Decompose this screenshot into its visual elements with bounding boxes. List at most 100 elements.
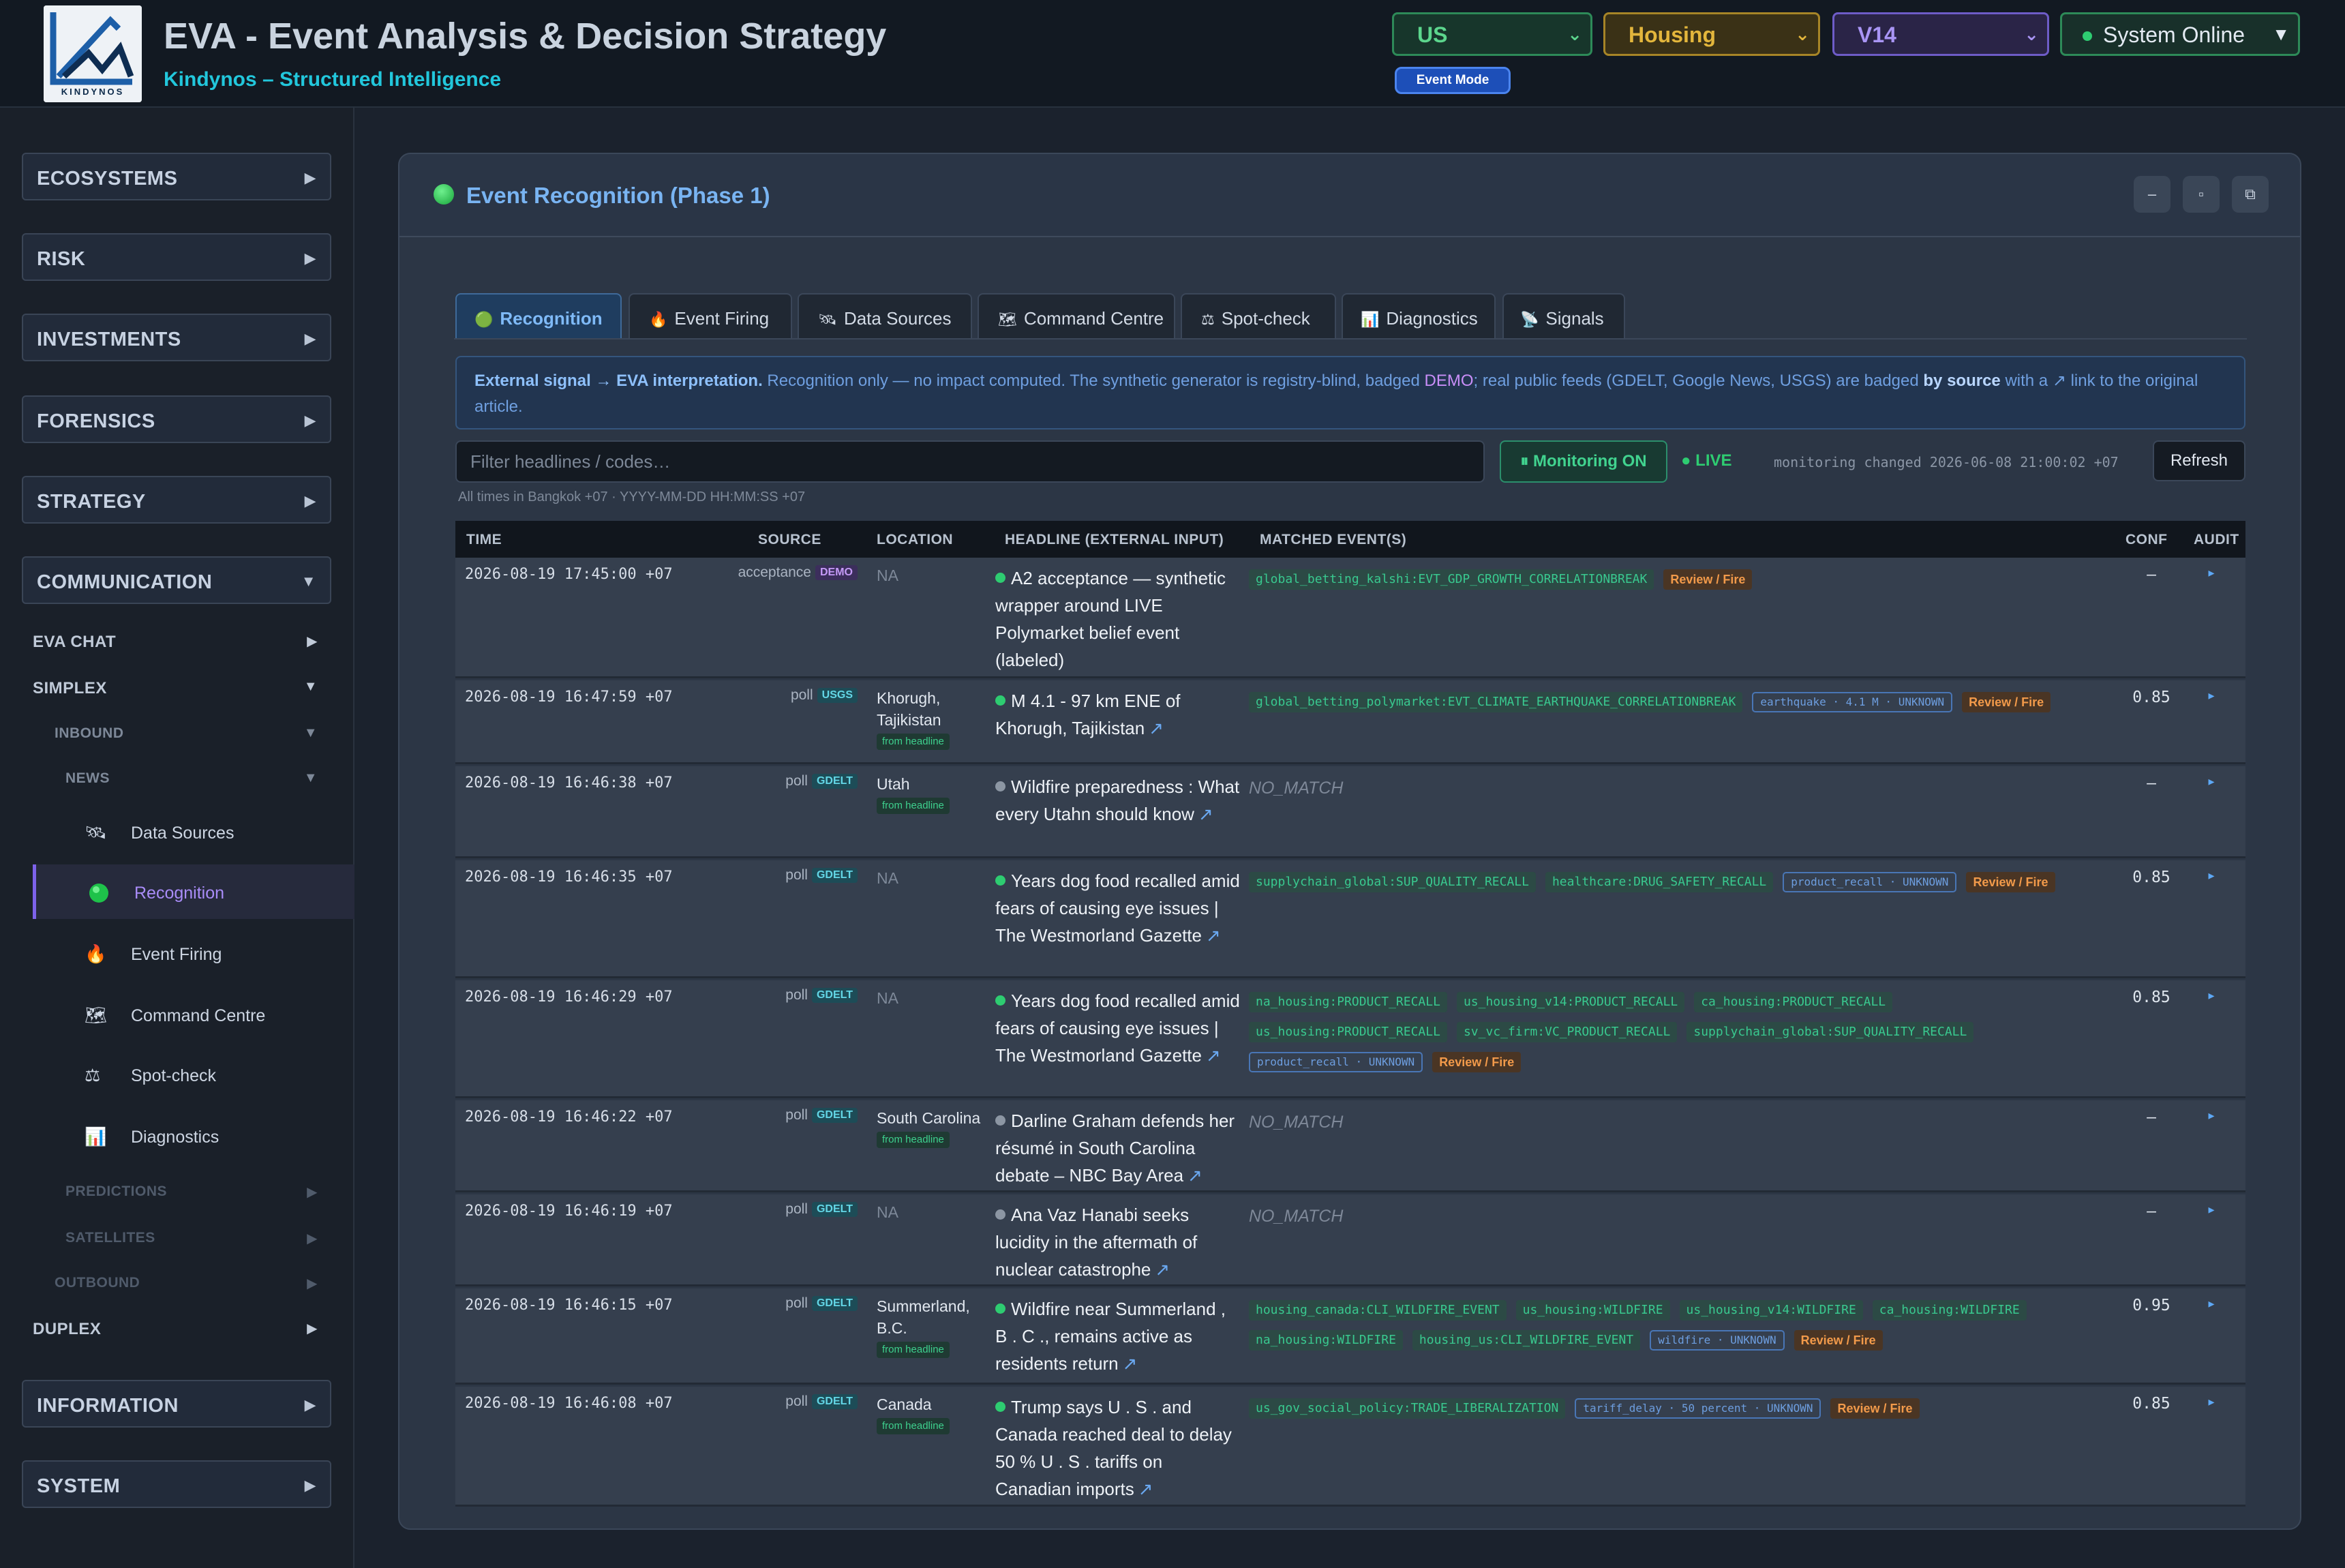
- event-code-tag[interactable]: ca_housing:PRODUCT_RECALL: [1694, 991, 1893, 1012]
- event-code-tag[interactable]: housing_canada:CLI_WILDFIRE_EVENT: [1249, 1299, 1507, 1321]
- sidebar-item-duplex[interactable]: DUPLEX ▶: [33, 1320, 326, 1339]
- event-code-tag[interactable]: us_gov_social_policy:TRADE_LIBERALIZATIO…: [1249, 1398, 1566, 1419]
- external-link-icon[interactable]: ↗: [1149, 718, 1164, 738]
- sidebar-item-command-centre[interactable]: 🗺 Command Centre: [33, 987, 354, 1042]
- sidebar-section-information[interactable]: INFORMATION ▶: [22, 1380, 331, 1428]
- audit-expand-icon[interactable]: ▸: [2184, 1109, 2239, 1123]
- sidebar-item-recognition[interactable]: Recognition: [33, 864, 354, 919]
- external-link-icon[interactable]: ↗: [1155, 1259, 1170, 1280]
- sidebar-item-satellites[interactable]: SATELLITES ▶: [65, 1230, 326, 1246]
- audit-expand-icon[interactable]: ▸: [2184, 1203, 2239, 1217]
- external-link-icon[interactable]: ↗: [1206, 925, 1221, 946]
- unmatched-dot-icon: [995, 781, 1005, 791]
- source-label: poll: [785, 773, 808, 789]
- tab-data-sources[interactable]: 🛰 Data Sources: [798, 293, 972, 338]
- external-link-icon[interactable]: ↗: [1198, 804, 1213, 824]
- event-code-tag[interactable]: global_betting_polymarket:EVT_CLIMATE_EA…: [1249, 691, 1743, 712]
- audit-expand-icon[interactable]: ▸: [2184, 1395, 2239, 1409]
- monitoring-toggle-button[interactable]: ⏸ Monitoring ON: [1500, 440, 1667, 483]
- version-select[interactable]: V14 ⌄: [1832, 12, 2049, 56]
- filter-input[interactable]: Filter headlines / codes…: [455, 440, 1485, 483]
- sidebar-item-event-firing[interactable]: 🔥 Event Firing: [33, 926, 354, 980]
- triangle-right-icon: ▶: [307, 1276, 318, 1291]
- external-link-icon[interactable]: ↗: [1123, 1353, 1138, 1374]
- review-fire-button[interactable]: Review / Fire: [1830, 1398, 1920, 1419]
- sidebar-section-communication[interactable]: COMMUNICATION ▼: [22, 556, 331, 604]
- audit-expand-icon[interactable]: ▸: [2184, 774, 2239, 789]
- review-fire-button[interactable]: Review / Fire: [1966, 871, 2055, 892]
- sidebar-section-system[interactable]: SYSTEM ▶: [22, 1460, 331, 1508]
- tab-command-centre[interactable]: 🗺 Command Centre: [978, 293, 1175, 338]
- sidebar-section-ecosystems[interactable]: ECOSYSTEMS ▶: [22, 153, 331, 200]
- tab-signals[interactable]: 📡 Signals: [1502, 293, 1625, 338]
- table-header: TIME SOURCE LOCATION HEADLINE (EXTERNAL …: [455, 521, 2245, 558]
- event-code-tag[interactable]: na_housing:WILDFIRE: [1249, 1329, 1403, 1351]
- matched-dot-icon: [995, 995, 1005, 1006]
- sidebar-item-simplex[interactable]: SIMPLEX ▼: [33, 679, 326, 698]
- event-code-tag[interactable]: housing_us:CLI_WILDFIRE_EVENT: [1412, 1329, 1641, 1351]
- review-fire-button[interactable]: Review / Fire: [1432, 1051, 1522, 1072]
- matched-dot-icon: [995, 1303, 1005, 1314]
- triangle-right-icon: ▶: [304, 412, 316, 429]
- sidebar-item-news[interactable]: NEWS ▼: [65, 770, 326, 787]
- sidebar-item-data-sources[interactable]: 🛰 Data Sources: [33, 804, 354, 859]
- table-row: 2026-08-19 16:46:15 +07 poll GDELT Summerla…: [455, 1288, 2245, 1385]
- audit-expand-icon[interactable]: ▸: [2184, 1297, 2239, 1311]
- sidebar-section-strategy[interactable]: STRATEGY ▶: [22, 476, 331, 524]
- row-location: NA: [877, 867, 993, 889]
- row-confidence: 0.95: [2132, 1297, 2170, 1314]
- external-link-icon[interactable]: ↗: [1138, 1479, 1153, 1499]
- event-code-tag[interactable]: healthcare:DRUG_SAFETY_RECALL: [1545, 871, 1774, 892]
- source-badge: GDELT: [811, 868, 858, 884]
- event-code-tag[interactable]: sv_vc_firm:VC_PRODUCT_RECALL: [1456, 1021, 1678, 1042]
- audit-expand-icon[interactable]: ▸: [2184, 869, 2239, 883]
- review-fire-button[interactable]: Review / Fire: [1794, 1329, 1883, 1351]
- sidebar-item-predictions[interactable]: PREDICTIONS ▶: [65, 1183, 326, 1200]
- sidebar-item-diagnostics[interactable]: 📊 Diagnostics: [33, 1109, 354, 1163]
- review-fire-button[interactable]: Review / Fire: [1962, 691, 2051, 712]
- event-code-tag[interactable]: us_housing_v14:PRODUCT_RECALL: [1456, 991, 1685, 1012]
- triangle-down-icon: ▼: [2272, 24, 2290, 44]
- sidebar-item-spot-check[interactable]: ⚖ Spot-check: [33, 1047, 354, 1102]
- sidebar-section-risk[interactable]: RISK ▶: [22, 233, 331, 281]
- sidebar-item-outbound[interactable]: OUTBOUND ▶: [55, 1275, 326, 1291]
- row-source: acceptance DEMO: [738, 564, 858, 581]
- event-code-tag[interactable]: supplychain_global:SUP_QUALITY_RECALL: [1249, 871, 1536, 892]
- event-code-tag[interactable]: supplychain_global:SUP_QUALITY_RECALL: [1686, 1021, 1974, 1042]
- from-headline-tag: from headline: [877, 1132, 950, 1148]
- headline-text: Years dog food recalled amid fears of ca…: [995, 871, 1240, 946]
- event-code-tag[interactable]: us_housing:PRODUCT_RECALL: [1249, 1021, 1447, 1042]
- external-link-icon[interactable]: ↗: [1187, 1165, 1202, 1186]
- audit-expand-icon[interactable]: ▸: [2184, 689, 2239, 703]
- tab-spot-check[interactable]: ⚖ Spot-check: [1181, 293, 1336, 338]
- audit-expand-icon[interactable]: ▸: [2184, 566, 2239, 580]
- tab-diagnostics[interactable]: 📊 Diagnostics: [1342, 293, 1496, 338]
- refresh-button[interactable]: Refresh: [2153, 440, 2245, 481]
- event-code-tag[interactable]: na_housing:PRODUCT_RECALL: [1249, 991, 1447, 1012]
- app-subtitle: Kindynos – Structured Intelligence: [164, 68, 502, 91]
- sidebar-item-eva-chat[interactable]: EVA CHAT ▶: [33, 633, 326, 652]
- map-icon: 🗺: [998, 311, 1017, 328]
- region-select[interactable]: US ⌄: [1392, 12, 1592, 56]
- sector-select[interactable]: Housing ⌄: [1603, 12, 1820, 56]
- sidebar-section-investments[interactable]: INVESTMENTS ▶: [22, 314, 331, 361]
- tab-recognition[interactable]: 🟢 Recognition: [455, 293, 622, 338]
- event-code-tag[interactable]: us_housing_v14:WILDFIRE: [1679, 1299, 1863, 1321]
- system-status-select[interactable]: System Online ▼: [2060, 12, 2300, 56]
- row-source: poll GDELT: [785, 1295, 858, 1312]
- event-code-tag[interactable]: us_housing:WILDFIRE: [1515, 1299, 1670, 1321]
- minimize-button[interactable]: –: [2134, 176, 2170, 213]
- review-fire-button[interactable]: Review / Fire: [1663, 569, 1753, 590]
- sidebar-section-forensics[interactable]: FORENSICS ▶: [22, 395, 331, 443]
- sidebar-item-inbound[interactable]: INBOUND ▼: [55, 725, 326, 742]
- audit-expand-icon[interactable]: ▸: [2184, 989, 2239, 1003]
- maximize-button[interactable]: ▫: [2183, 176, 2220, 213]
- popout-button[interactable]: ⧉: [2232, 176, 2269, 213]
- tab-event-firing[interactable]: 🔥 Event Firing: [629, 293, 792, 338]
- external-link-icon[interactable]: ↗: [1206, 1045, 1221, 1066]
- kindynos-logo: KINDYNOS: [44, 5, 142, 102]
- event-mode-badge[interactable]: Event Mode: [1395, 67, 1511, 94]
- event-code-tag[interactable]: global_betting_kalshi:EVT_GDP_GROWTH_COR…: [1249, 569, 1654, 590]
- row-matched-events: global_betting_polymarket:EVT_CLIMATE_EA…: [1249, 687, 2094, 717]
- event-code-tag[interactable]: ca_housing:WILDFIRE: [1872, 1299, 2027, 1321]
